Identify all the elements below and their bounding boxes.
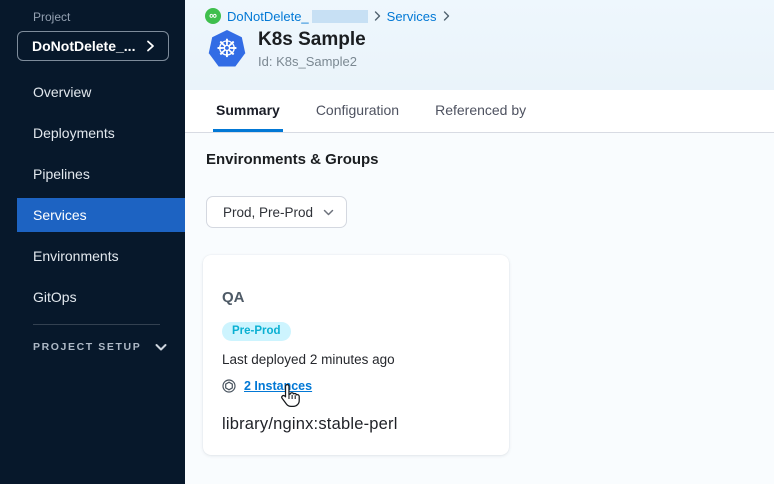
sidebar-item-overview[interactable]: Overview — [17, 75, 185, 109]
last-deployed-text: Last deployed 2 minutes ago — [222, 352, 489, 367]
sidebar-divider — [33, 324, 160, 325]
tab-summary[interactable]: Summary — [213, 90, 283, 132]
project-sidebar: Project DoNotDelete_... Overview Deploym… — [0, 0, 185, 484]
project-selector-value: DoNotDelete_... — [32, 38, 135, 54]
environment-card-qa[interactable]: QA Pre-Prod Last deployed 2 minutes ago … — [203, 255, 509, 455]
environment-type-badge: Pre-Prod — [222, 322, 291, 341]
instances-link[interactable]: 2 Instances — [244, 379, 312, 393]
project-setup-toggle[interactable]: PROJECT SETUP — [33, 341, 167, 353]
project-label: Project — [33, 10, 185, 24]
instances-row: 2 Instances — [222, 379, 489, 393]
service-title-block: K8s Sample Id: K8s_Sample2 — [258, 29, 366, 69]
tab-referenced-by[interactable]: Referenced by — [432, 90, 529, 132]
sidebar-item-deployments[interactable]: Deployments — [17, 116, 185, 150]
chevron-down-icon — [323, 209, 334, 216]
main-area: ∞ DoNotDelete_ Services ☸ K8s Sample Id:… — [185, 0, 774, 484]
breadcrumb: ∞ DoNotDelete_ Services — [205, 8, 754, 24]
service-id: Id: K8s_Sample2 — [258, 54, 366, 69]
sidebar-item-services[interactable]: Services — [17, 198, 185, 232]
sidebar-item-environments[interactable]: Environments — [17, 239, 185, 273]
project-selector[interactable]: DoNotDelete_... — [17, 31, 169, 61]
cd-module-icon: ∞ — [205, 8, 221, 24]
environments-groups-heading: Environments & Groups — [206, 151, 774, 168]
page-title: K8s Sample — [258, 29, 366, 51]
redacted-project-name — [312, 10, 368, 23]
instances-icon — [222, 379, 236, 393]
chevron-down-icon — [155, 343, 167, 351]
service-title-row: ☸ K8s Sample Id: K8s_Sample2 — [205, 29, 754, 69]
artifact-name: library/nginx:stable-perl — [222, 415, 489, 434]
breadcrumb-project-link[interactable]: DoNotDelete_ — [227, 9, 309, 24]
kubernetes-icon: ☸ — [208, 30, 246, 68]
sidebar-item-gitops[interactable]: GitOps — [17, 280, 185, 314]
sidebar-nav: Overview Deployments Pipelines Services … — [0, 75, 185, 314]
service-page-header: ∞ DoNotDelete_ Services ☸ K8s Sample Id:… — [185, 0, 774, 90]
environment-filter-value: Prod, Pre-Prod — [223, 205, 313, 220]
project-setup-label: PROJECT SETUP — [33, 341, 141, 353]
summary-content: Environments & Groups Prod, Pre-Prod QA … — [185, 133, 774, 484]
chevron-right-icon — [374, 11, 381, 21]
environment-filter-dropdown[interactable]: Prod, Pre-Prod — [206, 196, 347, 228]
breadcrumb-services-link[interactable]: Services — [387, 9, 437, 24]
environment-name: QA — [222, 289, 489, 306]
sidebar-item-pipelines[interactable]: Pipelines — [17, 157, 185, 191]
tab-configuration[interactable]: Configuration — [313, 90, 402, 132]
chevron-right-icon — [443, 11, 450, 21]
service-tabs: Summary Configuration Referenced by — [185, 90, 774, 133]
chevron-right-icon — [146, 40, 155, 52]
